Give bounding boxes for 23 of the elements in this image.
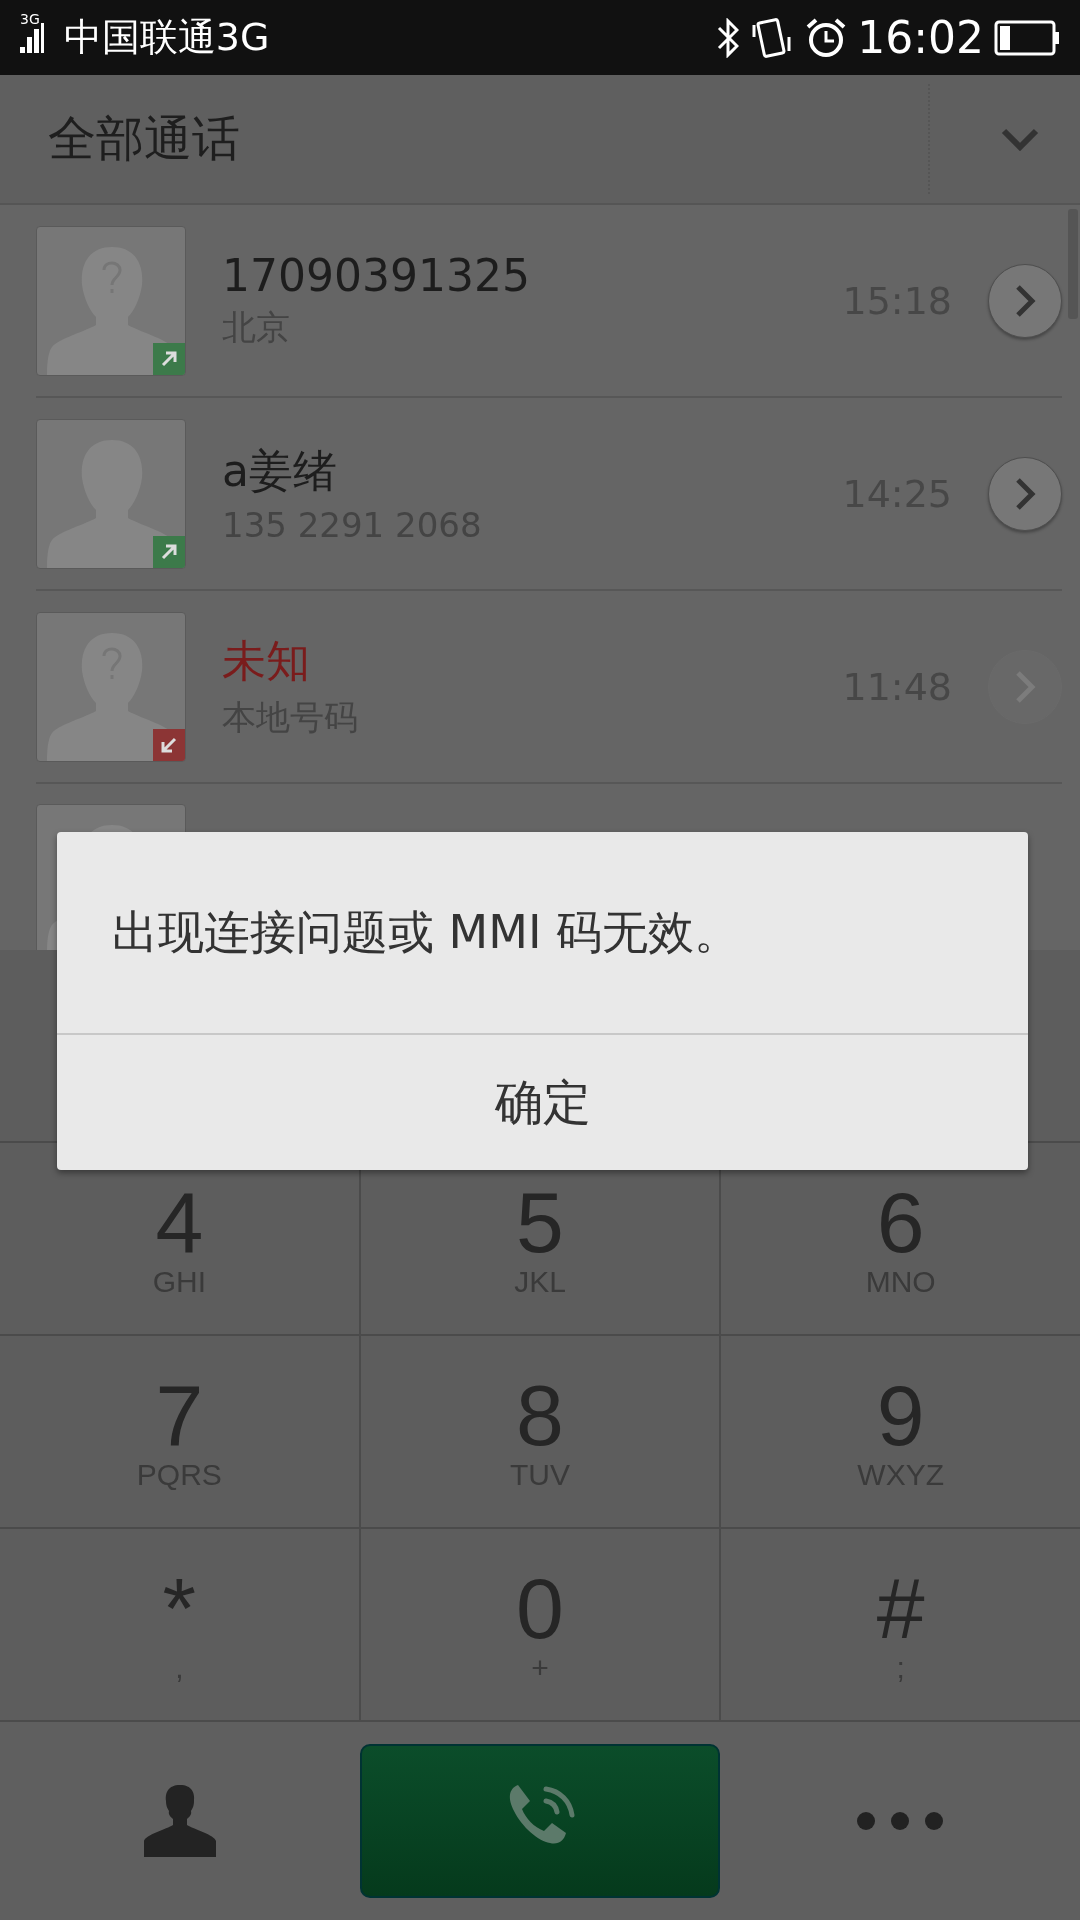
header-title: 全部通话 xyxy=(48,109,241,168)
alarm-icon xyxy=(805,16,848,59)
network-type: 3G xyxy=(20,10,40,27)
dial-key[interactable]: # ; xyxy=(721,1529,1080,1720)
dialog-message: 出现连接问题或 MMI 码无效。 xyxy=(112,903,741,961)
dial-key[interactable]: * , xyxy=(0,1529,359,1720)
details-button[interactable] xyxy=(988,263,1062,338)
chevron-right-icon xyxy=(1013,475,1037,512)
bluetooth-icon xyxy=(717,17,740,58)
caller-name: 17090391325 xyxy=(222,250,531,301)
signal-icon xyxy=(20,22,44,53)
dial-key[interactable]: 0 + xyxy=(360,1529,720,1720)
more-options-icon[interactable] xyxy=(855,1810,945,1832)
details-button[interactable] xyxy=(988,456,1062,531)
dropdown-chevron-icon[interactable] xyxy=(1000,127,1040,151)
call-button[interactable] xyxy=(360,1744,720,1898)
carrier-name: 中国联通3G xyxy=(63,14,270,61)
caller-name: a姜绪 xyxy=(222,444,338,498)
caller-name: 未知 xyxy=(222,634,311,688)
clock-time: 16:02 xyxy=(857,12,984,63)
contacts-person-icon[interactable] xyxy=(142,1783,218,1859)
battery-icon xyxy=(994,19,1060,56)
chevron-right-icon xyxy=(1013,282,1037,319)
